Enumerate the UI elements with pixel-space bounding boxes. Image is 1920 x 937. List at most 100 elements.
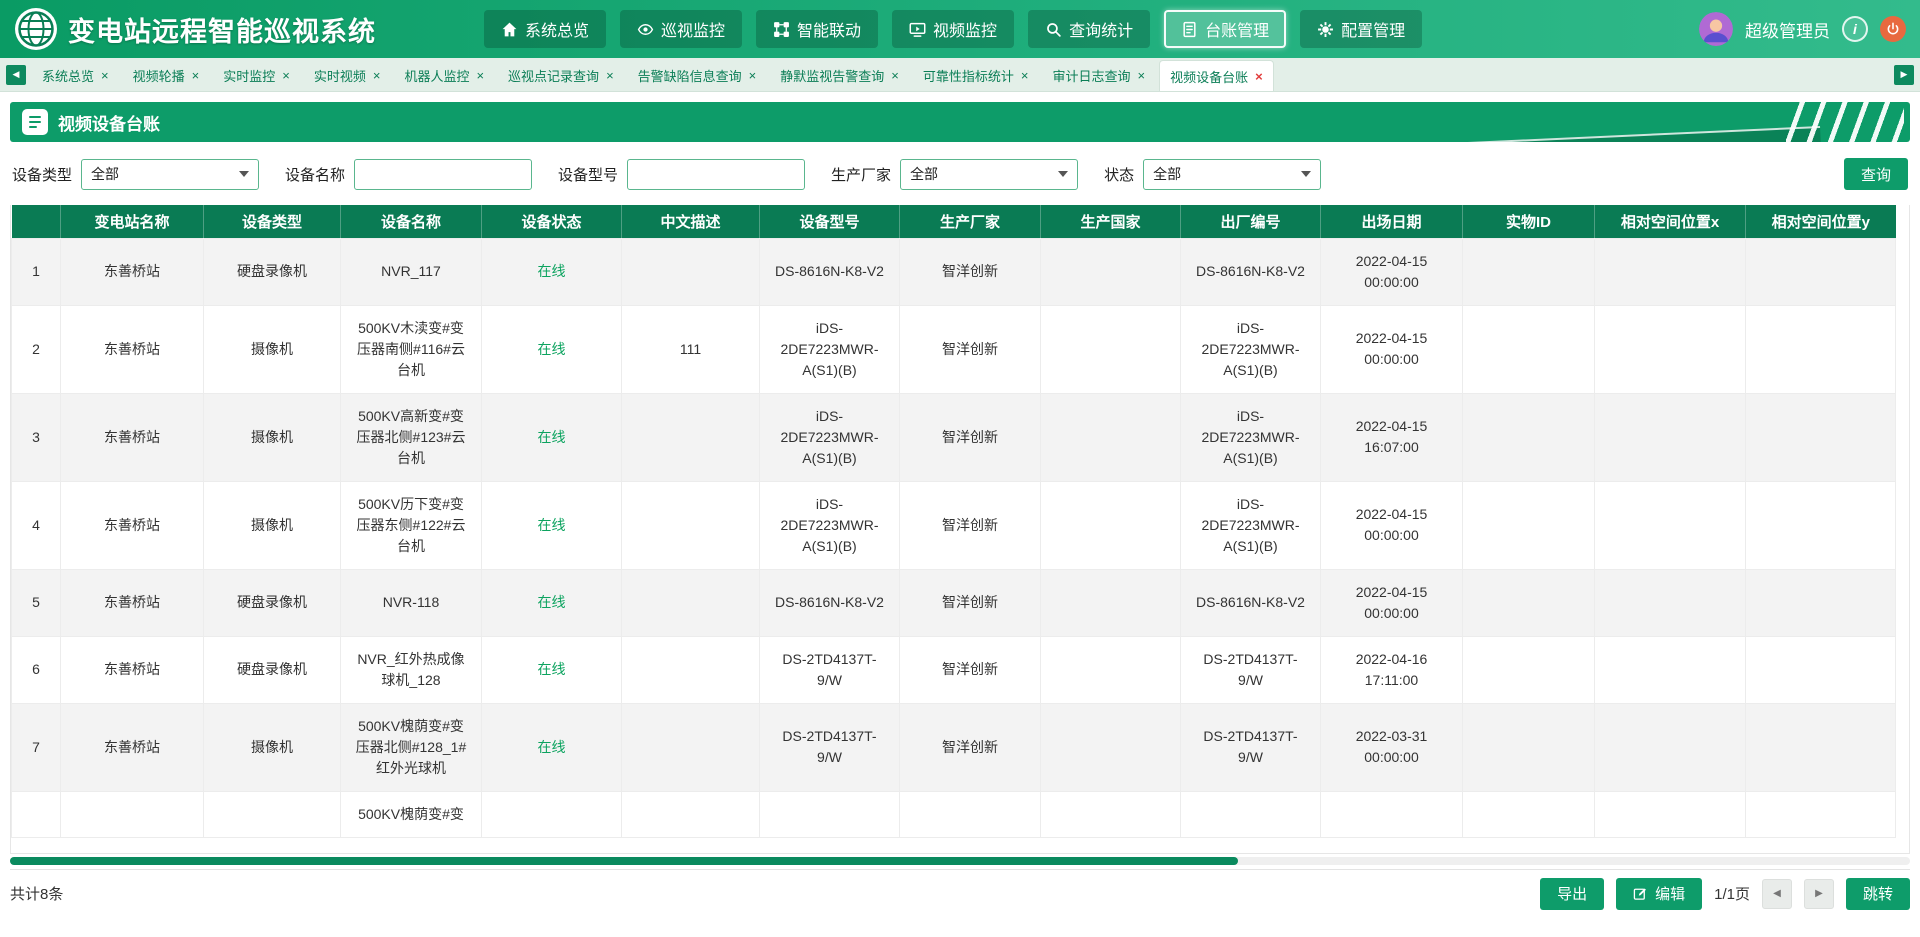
- cell-description: [622, 791, 760, 837]
- cell-model: DS-2TD4137T-9/W: [760, 636, 900, 703]
- column-header-pos-x: 相对空间位置x: [1595, 205, 1746, 238]
- cell-serial: DS-8616N-K8-V2: [1181, 569, 1321, 636]
- tab[interactable]: 巡视点记录查询×: [498, 62, 624, 88]
- tab-close-icon[interactable]: ×: [373, 69, 381, 82]
- tab[interactable]: 实时监控×: [213, 62, 300, 88]
- tab-label: 静默监视告警查询: [780, 66, 884, 85]
- table-row[interactable]: 1东善桥站硬盘录像机NVR_117在线DS-8616N-K8-V2智洋创新DS-…: [12, 238, 1896, 305]
- device-name-input[interactable]: [354, 159, 532, 190]
- nav-item-search[interactable]: 查询统计: [1028, 10, 1150, 48]
- title-decor-stripes: [1786, 102, 1904, 142]
- status-badge: 在线: [538, 341, 566, 357]
- table-row[interactable]: 5东善桥站硬盘录像机NVR-118在线DS-8616N-K8-V2智洋创新DS-…: [12, 569, 1896, 636]
- export-button[interactable]: 导出: [1540, 878, 1604, 910]
- cell-manufacturer: 智洋创新: [900, 569, 1041, 636]
- tab[interactable]: 机器人监控×: [394, 62, 494, 88]
- tab[interactable]: 告警缺陷信息查询×: [628, 62, 767, 88]
- tab[interactable]: 静默监视告警查询 ×: [770, 62, 909, 88]
- tab-close-icon[interactable]: ×: [606, 69, 614, 82]
- logout-button[interactable]: [1880, 16, 1906, 42]
- tab-close-icon[interactable]: ×: [891, 69, 899, 82]
- chevron-down-icon: [1301, 171, 1311, 177]
- cell-pos-x: [1595, 569, 1746, 636]
- jump-button[interactable]: 跳转: [1846, 878, 1910, 910]
- tab-close-icon[interactable]: ×: [1021, 69, 1029, 82]
- table-row[interactable]: 3东善桥站摄像机500KV高新变#变压器北侧#123#云台机在线iDS-2DE7…: [12, 393, 1896, 481]
- tab-close-icon[interactable]: ×: [192, 69, 200, 82]
- tab-close-icon[interactable]: ×: [1255, 70, 1263, 83]
- table-row[interactable]: 6东善桥站硬盘录像机NVR_红外热成像球机_128在线DS-2TD4137T-9…: [12, 636, 1896, 703]
- horizontal-scrollbar-thumb[interactable]: [10, 857, 1238, 865]
- cell-device-type: 硬盘录像机: [204, 569, 341, 636]
- cell-serial: DS-8616N-K8-V2: [1181, 238, 1321, 305]
- cell-serial: iDS-2DE7223MWR-A(S1)(B): [1181, 305, 1321, 393]
- total-count: 共计8条: [10, 883, 63, 904]
- cell-pos-x: [1595, 703, 1746, 791]
- table-row[interactable]: 4东善桥站摄像机500KV历下变#变压器东侧#122#云台机在线iDS-2DE7…: [12, 481, 1896, 569]
- nav-item-linkage[interactable]: 智能联动: [756, 10, 878, 48]
- manufacturer-select[interactable]: 全部: [900, 159, 1078, 190]
- device-model-input[interactable]: [627, 159, 805, 190]
- gear-icon: [1317, 21, 1334, 38]
- tab[interactable]: 可靠性指标统计 ×: [913, 62, 1039, 88]
- main-nav: 系统总览巡视监控 智能联动 视频监控 查询统计 台账管理配置管理: [484, 10, 1422, 48]
- cell-station: 东善桥站: [61, 569, 204, 636]
- column-header-device-name: 设备名称: [341, 205, 482, 238]
- nav-item-label: 智能联动: [797, 17, 861, 41]
- cell-index: 4: [12, 481, 61, 569]
- nav-item-home[interactable]: 系统总览: [484, 10, 606, 48]
- cell-manufacturer: 智洋创新: [900, 238, 1041, 305]
- tabs-scroll-right-button[interactable]: ▶: [1894, 65, 1914, 85]
- tab[interactable]: 视频轮播×: [123, 62, 210, 88]
- nav-item-eye[interactable]: 巡视监控: [620, 10, 742, 48]
- cell-model: DS-8616N-K8-V2: [760, 569, 900, 636]
- cell-country: [1041, 791, 1181, 837]
- column-header-manufacturer: 生产厂家: [900, 205, 1041, 238]
- column-header-country: 生产国家: [1041, 205, 1181, 238]
- nav-item-label: 视频监控: [933, 17, 997, 41]
- prev-page-button[interactable]: ◀: [1762, 879, 1792, 909]
- tab-close-icon[interactable]: ×: [282, 69, 290, 82]
- cell-device-name: 500KV木渎变#变压器南侧#116#云台机: [341, 305, 482, 393]
- tab[interactable]: 审计日志查询×: [1042, 62, 1155, 88]
- tab-close-icon[interactable]: ×: [476, 69, 484, 82]
- nav-item-video[interactable]: 视频监控: [892, 10, 1014, 48]
- table-header-row: 变电站名称设备类型设备名称设备状态中文描述设备型号生产厂家生产国家出厂编号出场日…: [12, 205, 1896, 238]
- tabs-scroll-left-button[interactable]: ◀: [6, 65, 26, 85]
- cell-date: [1321, 791, 1463, 837]
- column-header-serial: 出厂编号: [1181, 205, 1321, 238]
- edit-button[interactable]: 编辑: [1616, 878, 1702, 910]
- nav-item-gear[interactable]: 配置管理: [1300, 10, 1422, 48]
- tab[interactable]: 实时视频 ×: [304, 62, 391, 88]
- tab-close-icon[interactable]: ×: [749, 69, 757, 82]
- cell-manufacturer: 智洋创新: [900, 305, 1041, 393]
- cell-status: 在线: [482, 238, 622, 305]
- tab-close-icon[interactable]: ×: [101, 69, 109, 82]
- avatar[interactable]: [1699, 12, 1733, 46]
- query-button[interactable]: 查询: [1844, 158, 1908, 190]
- status-select[interactable]: 全部: [1143, 159, 1321, 190]
- cell-serial: DS-2TD4137T-9/W: [1181, 636, 1321, 703]
- cell-physical-id: [1463, 481, 1595, 569]
- table-row[interactable]: 2东善桥站摄像机500KV木渎变#变压器南侧#116#云台机在线111iDS-2…: [12, 305, 1896, 393]
- next-page-button[interactable]: ▶: [1804, 879, 1834, 909]
- app-logo: [14, 7, 58, 51]
- nav-item-ledger[interactable]: 台账管理: [1164, 10, 1286, 48]
- nav-item-label: 查询统计: [1069, 17, 1133, 41]
- tab-label: 实时视频: [314, 66, 366, 85]
- cell-pos-y: [1746, 305, 1896, 393]
- device-type-select[interactable]: 全部: [81, 159, 259, 190]
- tab[interactable]: 视频设备台账×: [1159, 60, 1274, 91]
- tab-label: 可靠性指标统计: [923, 66, 1014, 85]
- cell-model: [760, 791, 900, 837]
- linkage-icon: [773, 21, 790, 38]
- status-badge: 在线: [538, 739, 566, 755]
- info-button[interactable]: i: [1842, 16, 1868, 42]
- cell-country: [1041, 703, 1181, 791]
- page-title: 视频设备台账: [58, 110, 160, 135]
- table-row[interactable]: 7东善桥站摄像机500KV槐荫变#变压器北侧#128_1#红外光球机在线DS-2…: [12, 703, 1896, 791]
- table-row[interactable]: 500KV槐荫变#变: [12, 791, 1896, 837]
- tab-close-icon[interactable]: ×: [1138, 69, 1146, 82]
- tab[interactable]: 系统总览×: [32, 62, 119, 88]
- cell-pos-y: [1746, 238, 1896, 305]
